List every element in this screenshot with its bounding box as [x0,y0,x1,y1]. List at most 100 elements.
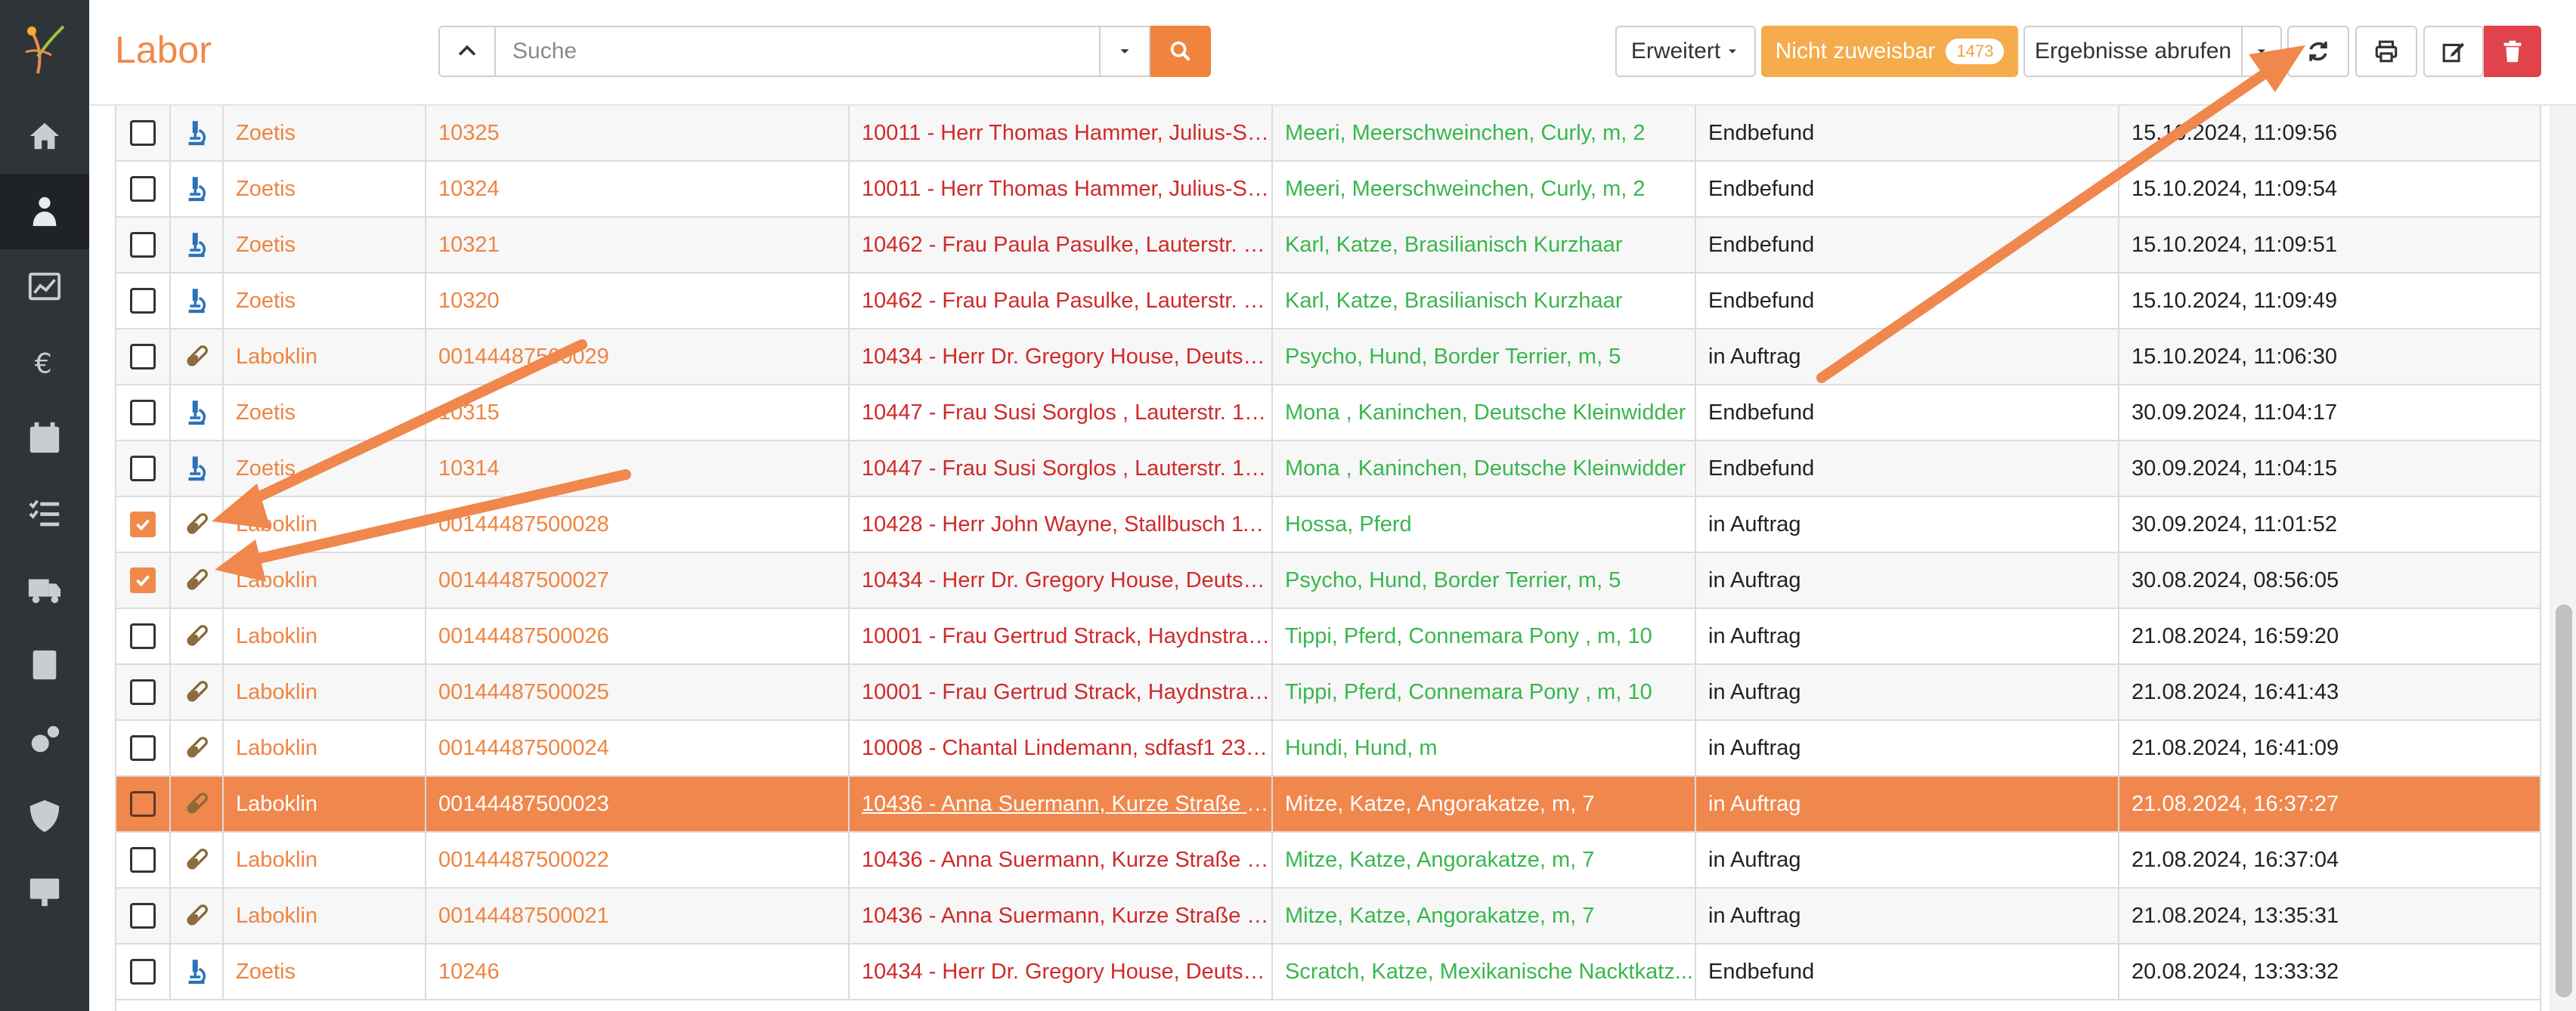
patient-cell[interactable]: Mona , Kaninchen, Deutsche Kleinwidder [1273,441,1696,496]
owner-link[interactable]: 10011 - Herr Thomas Hammer, Julius-Sc... [862,177,1270,202]
row-checkbox[interactable] [130,456,156,481]
patient-link[interactable]: Mitze, Katze, Angorakatze, m, 7 [1285,792,1594,817]
order-id-cell[interactable]: 00144487500026 [426,609,850,663]
patient-cell[interactable]: Tippi, Pferd, Connemara Pony , m, 10 [1273,609,1696,663]
search-input[interactable] [496,26,1101,77]
order-id-cell[interactable]: 00144487500022 [426,833,850,887]
lab-name-cell[interactable]: Laboklin [224,609,426,663]
order-id-cell[interactable]: 10315 [426,385,850,440]
vertical-scrollbar[interactable] [2550,106,2576,1011]
order-id-cell[interactable]: 10321 [426,218,850,272]
table-row[interactable]: Laboklin 00144487500027 10434 - Herr Dr. G… [116,553,2540,609]
ergebnisse-dropdown-toggle[interactable] [2241,26,2282,77]
owner-cell[interactable]: 10462 - Frau Paula Pasulke, Lauterstr. 1… [850,218,1273,272]
ergebnisse-abrufen-button[interactable]: Ergebnisse abrufen [2023,26,2243,77]
erweitert-dropdown-button[interactable]: Erweitert [1615,26,1756,77]
table-row[interactable]: Zoetis 10325 10011 - Herr Thomas Hammer, J… [116,106,2540,162]
sidebar-item-vet-patients[interactable] [0,174,89,249]
owner-cell[interactable]: 10436 - Anna Suermann, Kurze Straße 2, .… [850,777,1273,831]
table-row[interactable]: Laboklin 00144487500029 10434 - Herr Dr. G… [116,329,2540,385]
patient-cell[interactable]: Karl, Katze, Brasilianisch Kurzhaar [1273,274,1696,328]
patient-cell[interactable]: Psycho, Hund, Border Terrier, m, 5 [1273,329,1696,384]
order-id-cell[interactable]: 10314 [426,441,850,496]
lab-name-cell[interactable]: Laboklin [224,889,426,943]
table-row[interactable]: Zoetis 10315 10447 - Frau Susi Sorglos , L… [116,385,2540,441]
refresh-button[interactable] [2287,26,2349,77]
row-checkbox[interactable] [130,567,156,593]
owner-link[interactable]: 10436 - Anna Suermann, Kurze Straße 2, .… [862,848,1270,873]
order-id-cell[interactable]: 00144487500021 [426,889,850,943]
print-button[interactable] [2355,26,2417,77]
owner-cell[interactable]: 10011 - Herr Thomas Hammer, Julius-Sc... [850,162,1273,216]
owner-cell[interactable]: 10447 - Frau Susi Sorglos , Lauterstr. 1… [850,385,1273,440]
patient-link[interactable]: Tippi, Pferd, Connemara Pony , m, 10 [1285,624,1652,649]
app-logo[interactable] [0,0,89,98]
patient-cell[interactable]: Tippi, Pferd, Connemara Pony , m, 10 [1273,665,1696,719]
owner-cell[interactable]: 10434 - Herr Dr. Gregory House, Deutsch.… [850,945,1273,999]
patient-cell[interactable]: Karl, Katze, Brasilianisch Kurzhaar [1273,218,1696,272]
row-checkbox[interactable] [130,959,156,985]
row-checkbox[interactable] [130,847,156,873]
table-row[interactable]: Zoetis 10314 10447 - Frau Susi Sorglos , L… [116,441,2540,497]
lab-name-cell[interactable]: Zoetis [224,162,426,216]
lab-name-cell[interactable]: Laboklin [224,553,426,608]
patient-link[interactable]: Hossa, Pferd [1285,512,1412,537]
lab-name-cell[interactable]: Zoetis [224,441,426,496]
owner-link[interactable]: 10447 - Frau Susi Sorglos , Lauterstr. 1… [862,456,1270,481]
table-row[interactable]: Zoetis 10321 10462 - Frau Paula Pasulke, L… [116,218,2540,274]
owner-cell[interactable]: 10001 - Frau Gertrud Strack, Haydnstraß.… [850,665,1273,719]
owner-cell[interactable]: 10011 - Herr Thomas Hammer, Julius-Sc... [850,106,1273,160]
sidebar-item-chart-board[interactable] [0,249,89,325]
patient-cell[interactable]: Mona , Kaninchen, Deutsche Kleinwidder [1273,385,1696,440]
owner-link[interactable]: 10462 - Frau Paula Pasulke, Lauterstr. 1… [862,289,1270,314]
lab-name-cell[interactable]: Zoetis [224,106,426,160]
lab-name-cell[interactable]: Zoetis [224,945,426,999]
table-row[interactable]: Laboklin 00144487500028 10428 - Herr John … [116,497,2540,553]
owner-cell[interactable]: 10001 - Frau Gertrud Strack, Haydnstraß.… [850,609,1273,663]
sidebar-item-checklist[interactable] [0,476,89,552]
patient-link[interactable]: Psycho, Hund, Border Terrier, m, 5 [1285,568,1621,593]
patient-cell[interactable]: Scratch, Katze, Mexikanische Nacktkatz..… [1273,945,1696,999]
owner-link[interactable]: 10428 - Herr John Wayne, Stallbusch 11, … [862,512,1270,537]
order-id-cell[interactable]: 00144487500023 [426,777,850,831]
table-row[interactable]: Laboklin 00144487500024 10008 - Chantal Li… [116,721,2540,777]
row-checkbox[interactable] [130,232,156,258]
row-checkbox[interactable] [130,623,156,649]
sidebar-item-home[interactable] [0,98,89,174]
order-id-cell[interactable]: 00144487500028 [426,497,850,552]
edit-button[interactable] [2423,26,2484,77]
row-checkbox[interactable] [130,679,156,705]
lab-name-cell[interactable]: Laboklin [224,833,426,887]
patient-cell[interactable]: Hossa, Pferd [1273,497,1696,552]
table-row[interactable]: Laboklin 00144487500026 10001 - Frau Gertr… [116,609,2540,665]
patient-link[interactable]: Hundi, Hund, m [1285,736,1438,761]
patient-cell[interactable]: Meeri, Meerschweinchen, Curly, m, 2 [1273,162,1696,216]
owner-link[interactable]: 10434 - Herr Dr. Gregory House, Deutsch.… [862,345,1270,369]
row-checkbox[interactable] [130,903,156,929]
patient-link[interactable]: Mitze, Katze, Angorakatze, m, 7 [1285,848,1594,873]
owner-link[interactable]: 10001 - Frau Gertrud Strack, Haydnstraß.… [862,624,1270,649]
owner-link[interactable]: 10434 - Herr Dr. Gregory House, Deutsch.… [862,568,1270,593]
patient-cell[interactable]: Mitze, Katze, Angorakatze, m, 7 [1273,889,1696,943]
row-checkbox[interactable] [130,120,156,146]
order-id-cell[interactable]: 00144487500029 [426,329,850,384]
owner-cell[interactable]: 10428 - Herr John Wayne, Stallbusch 11, … [850,497,1273,552]
order-id-cell[interactable]: 10320 [426,274,850,328]
owner-cell[interactable]: 10008 - Chantal Lindemann, sdfasf1 23, .… [850,721,1273,775]
table-row[interactable]: Zoetis 10246 10434 - Herr Dr. Gregory Hous… [116,945,2540,1000]
owner-link[interactable]: 10462 - Frau Paula Pasulke, Lauterstr. 1… [862,233,1270,258]
patient-link[interactable]: Karl, Katze, Brasilianisch Kurzhaar [1285,233,1622,258]
owner-link[interactable]: 10001 - Frau Gertrud Strack, Haydnstraß.… [862,680,1270,705]
sidebar-item-book[interactable] [0,627,89,703]
row-checkbox[interactable] [130,344,156,369]
patient-link[interactable]: Scratch, Katze, Mexikanische Nacktkatz..… [1285,960,1693,985]
order-id-cell[interactable]: 10325 [426,106,850,160]
sidebar-item-presentation[interactable] [0,854,89,929]
patient-link[interactable]: Tippi, Pferd, Connemara Pony , m, 10 [1285,680,1652,705]
sidebar-item-euro[interactable]: € [0,325,89,400]
scrollbar-thumb[interactable] [2556,604,2572,997]
patient-link[interactable]: Karl, Katze, Brasilianisch Kurzhaar [1285,289,1622,314]
row-checkbox[interactable] [130,735,156,761]
patient-link[interactable]: Meeri, Meerschweinchen, Curly, m, 2 [1285,177,1646,202]
row-checkbox[interactable] [130,512,156,537]
